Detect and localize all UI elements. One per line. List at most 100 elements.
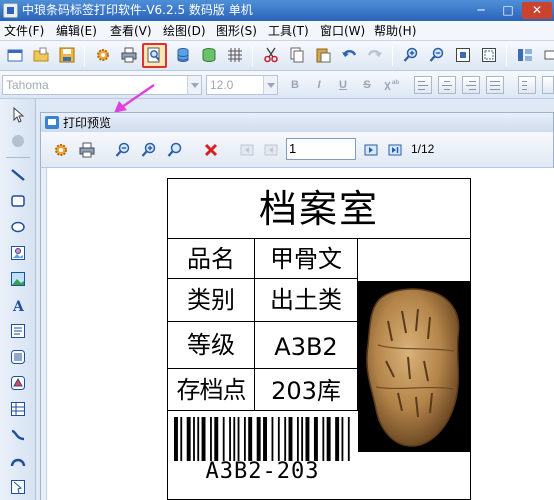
layout-button[interactable] xyxy=(514,44,536,66)
oracle-bone-photo xyxy=(358,281,470,452)
previous-page-button[interactable] xyxy=(261,140,281,160)
multiline-text-tool[interactable] xyxy=(8,321,28,341)
shape-tool[interactable] xyxy=(8,373,28,393)
undo-button[interactable] xyxy=(338,44,360,66)
fit-page-icon xyxy=(456,48,470,62)
last-page-icon xyxy=(388,144,402,156)
rectangle-tool[interactable] xyxy=(8,191,28,211)
close-button[interactable]: ✕ xyxy=(522,2,552,19)
align-justify-button[interactable] xyxy=(486,76,504,94)
arc-icon xyxy=(10,458,26,467)
picture-tool[interactable] xyxy=(8,269,28,289)
barcode-tool[interactable] xyxy=(8,347,28,367)
arc-tool[interactable] xyxy=(8,451,28,471)
magnifier-icon xyxy=(167,142,182,157)
menu-draw[interactable]: 绘图(D) xyxy=(163,23,206,39)
barcode-bar xyxy=(277,417,280,461)
settings-button[interactable] xyxy=(92,44,114,66)
first-page-button[interactable] xyxy=(237,140,257,160)
barcode-bar xyxy=(271,417,274,461)
actual-size-button[interactable] xyxy=(478,44,500,66)
app-icon xyxy=(3,3,18,18)
menu-tools[interactable]: 工具(T) xyxy=(268,23,309,39)
cut-button[interactable] xyxy=(260,44,282,66)
minimize-button[interactable]: ─ xyxy=(468,2,494,19)
main-toolbar xyxy=(0,41,554,71)
menu-view[interactable]: 查看(V) xyxy=(110,23,152,39)
preview-zoom-out-button[interactable] xyxy=(113,140,133,160)
label-key-category: 类别 xyxy=(168,279,255,322)
database-icon xyxy=(177,48,189,63)
bold-button[interactable]: B xyxy=(286,76,304,94)
preview-close-button[interactable] xyxy=(201,140,221,160)
data-source-icon xyxy=(202,48,216,63)
last-page-button[interactable] xyxy=(385,140,405,160)
next-page-icon xyxy=(364,144,378,156)
print-preview-title-bar: 打印预览 xyxy=(40,112,554,132)
table-tool[interactable] xyxy=(8,399,28,419)
new-button[interactable] xyxy=(4,44,26,66)
label-key-location: 存档点 xyxy=(168,369,255,411)
font-name-select[interactable]: Tahoma xyxy=(2,75,202,95)
image-tool[interactable] xyxy=(8,243,28,263)
align-center-button[interactable] xyxy=(438,76,456,94)
barcode-bar xyxy=(243,417,246,461)
select-tool[interactable] xyxy=(8,105,28,125)
polygon-icon xyxy=(11,480,25,494)
fit-page-button[interactable] xyxy=(452,44,474,66)
picture-icon xyxy=(11,246,25,260)
ellipse-tool[interactable] xyxy=(8,217,28,237)
curve-tool[interactable] xyxy=(8,425,28,445)
pan-tool[interactable] xyxy=(8,131,28,151)
maximize-button[interactable]: □ xyxy=(495,2,521,19)
data-source-button[interactable] xyxy=(198,44,220,66)
redo-button[interactable] xyxy=(364,44,386,66)
print-button[interactable] xyxy=(118,44,140,66)
preview-print-button[interactable] xyxy=(77,140,97,160)
align-left-button[interactable] xyxy=(414,76,432,94)
font-size-value: 12.0 xyxy=(210,78,234,92)
barcode-bar xyxy=(313,417,318,461)
open-button[interactable] xyxy=(30,44,52,66)
menu-help[interactable]: 帮助(H) xyxy=(374,23,416,39)
polygon-tool[interactable] xyxy=(8,477,28,497)
strikethrough-button[interactable]: S xyxy=(358,76,376,94)
italic-button[interactable]: I xyxy=(310,76,328,94)
text-direction-button[interactable] xyxy=(542,76,554,94)
more-button[interactable] xyxy=(540,44,554,66)
pointer-arrow-icon xyxy=(13,107,25,123)
new-document-icon xyxy=(7,49,23,62)
underline-button[interactable]: U xyxy=(334,76,352,94)
preview-settings-button[interactable] xyxy=(51,140,71,160)
menu-file[interactable]: 文件(F) xyxy=(4,23,44,39)
page-number-input[interactable]: 1 xyxy=(286,138,356,160)
paste-button[interactable] xyxy=(312,44,334,66)
text-layout-button[interactable] xyxy=(518,76,536,94)
save-button[interactable] xyxy=(56,44,78,66)
menu-shape[interactable]: 图形(S) xyxy=(216,23,257,39)
line-tool[interactable] xyxy=(8,165,28,185)
menu-window[interactable]: 窗口(W) xyxy=(320,23,365,39)
align-right-button[interactable] xyxy=(462,76,480,94)
grid-button[interactable] xyxy=(224,44,246,66)
barcode-bar xyxy=(233,417,236,461)
label-value-name: 甲骨文 xyxy=(255,239,358,279)
barcode-text: A3B2-203 xyxy=(205,459,320,484)
font-size-select[interactable]: 12.0 xyxy=(206,75,278,95)
print-preview-button[interactable] xyxy=(142,43,167,68)
superscript-button[interactable]: ab xyxy=(382,76,400,94)
zoom-out-button[interactable] xyxy=(426,44,448,66)
barcode-bar xyxy=(347,417,350,461)
preview-zoom-in-button[interactable] xyxy=(139,140,159,160)
preview-zoom-fit-button[interactable] xyxy=(165,140,185,160)
font-toolbar: Tahoma 12.0 B I U S ab xyxy=(0,71,554,99)
printer-icon xyxy=(121,47,137,63)
menu-edit[interactable]: 编辑(E) xyxy=(56,23,97,39)
text-tool[interactable]: A xyxy=(8,295,28,315)
next-page-button[interactable] xyxy=(361,140,381,160)
toolbar-separator xyxy=(506,46,507,66)
barcode-bar xyxy=(288,417,293,461)
database-button[interactable] xyxy=(172,44,194,66)
copy-button[interactable] xyxy=(286,44,308,66)
zoom-in-button[interactable] xyxy=(400,44,422,66)
